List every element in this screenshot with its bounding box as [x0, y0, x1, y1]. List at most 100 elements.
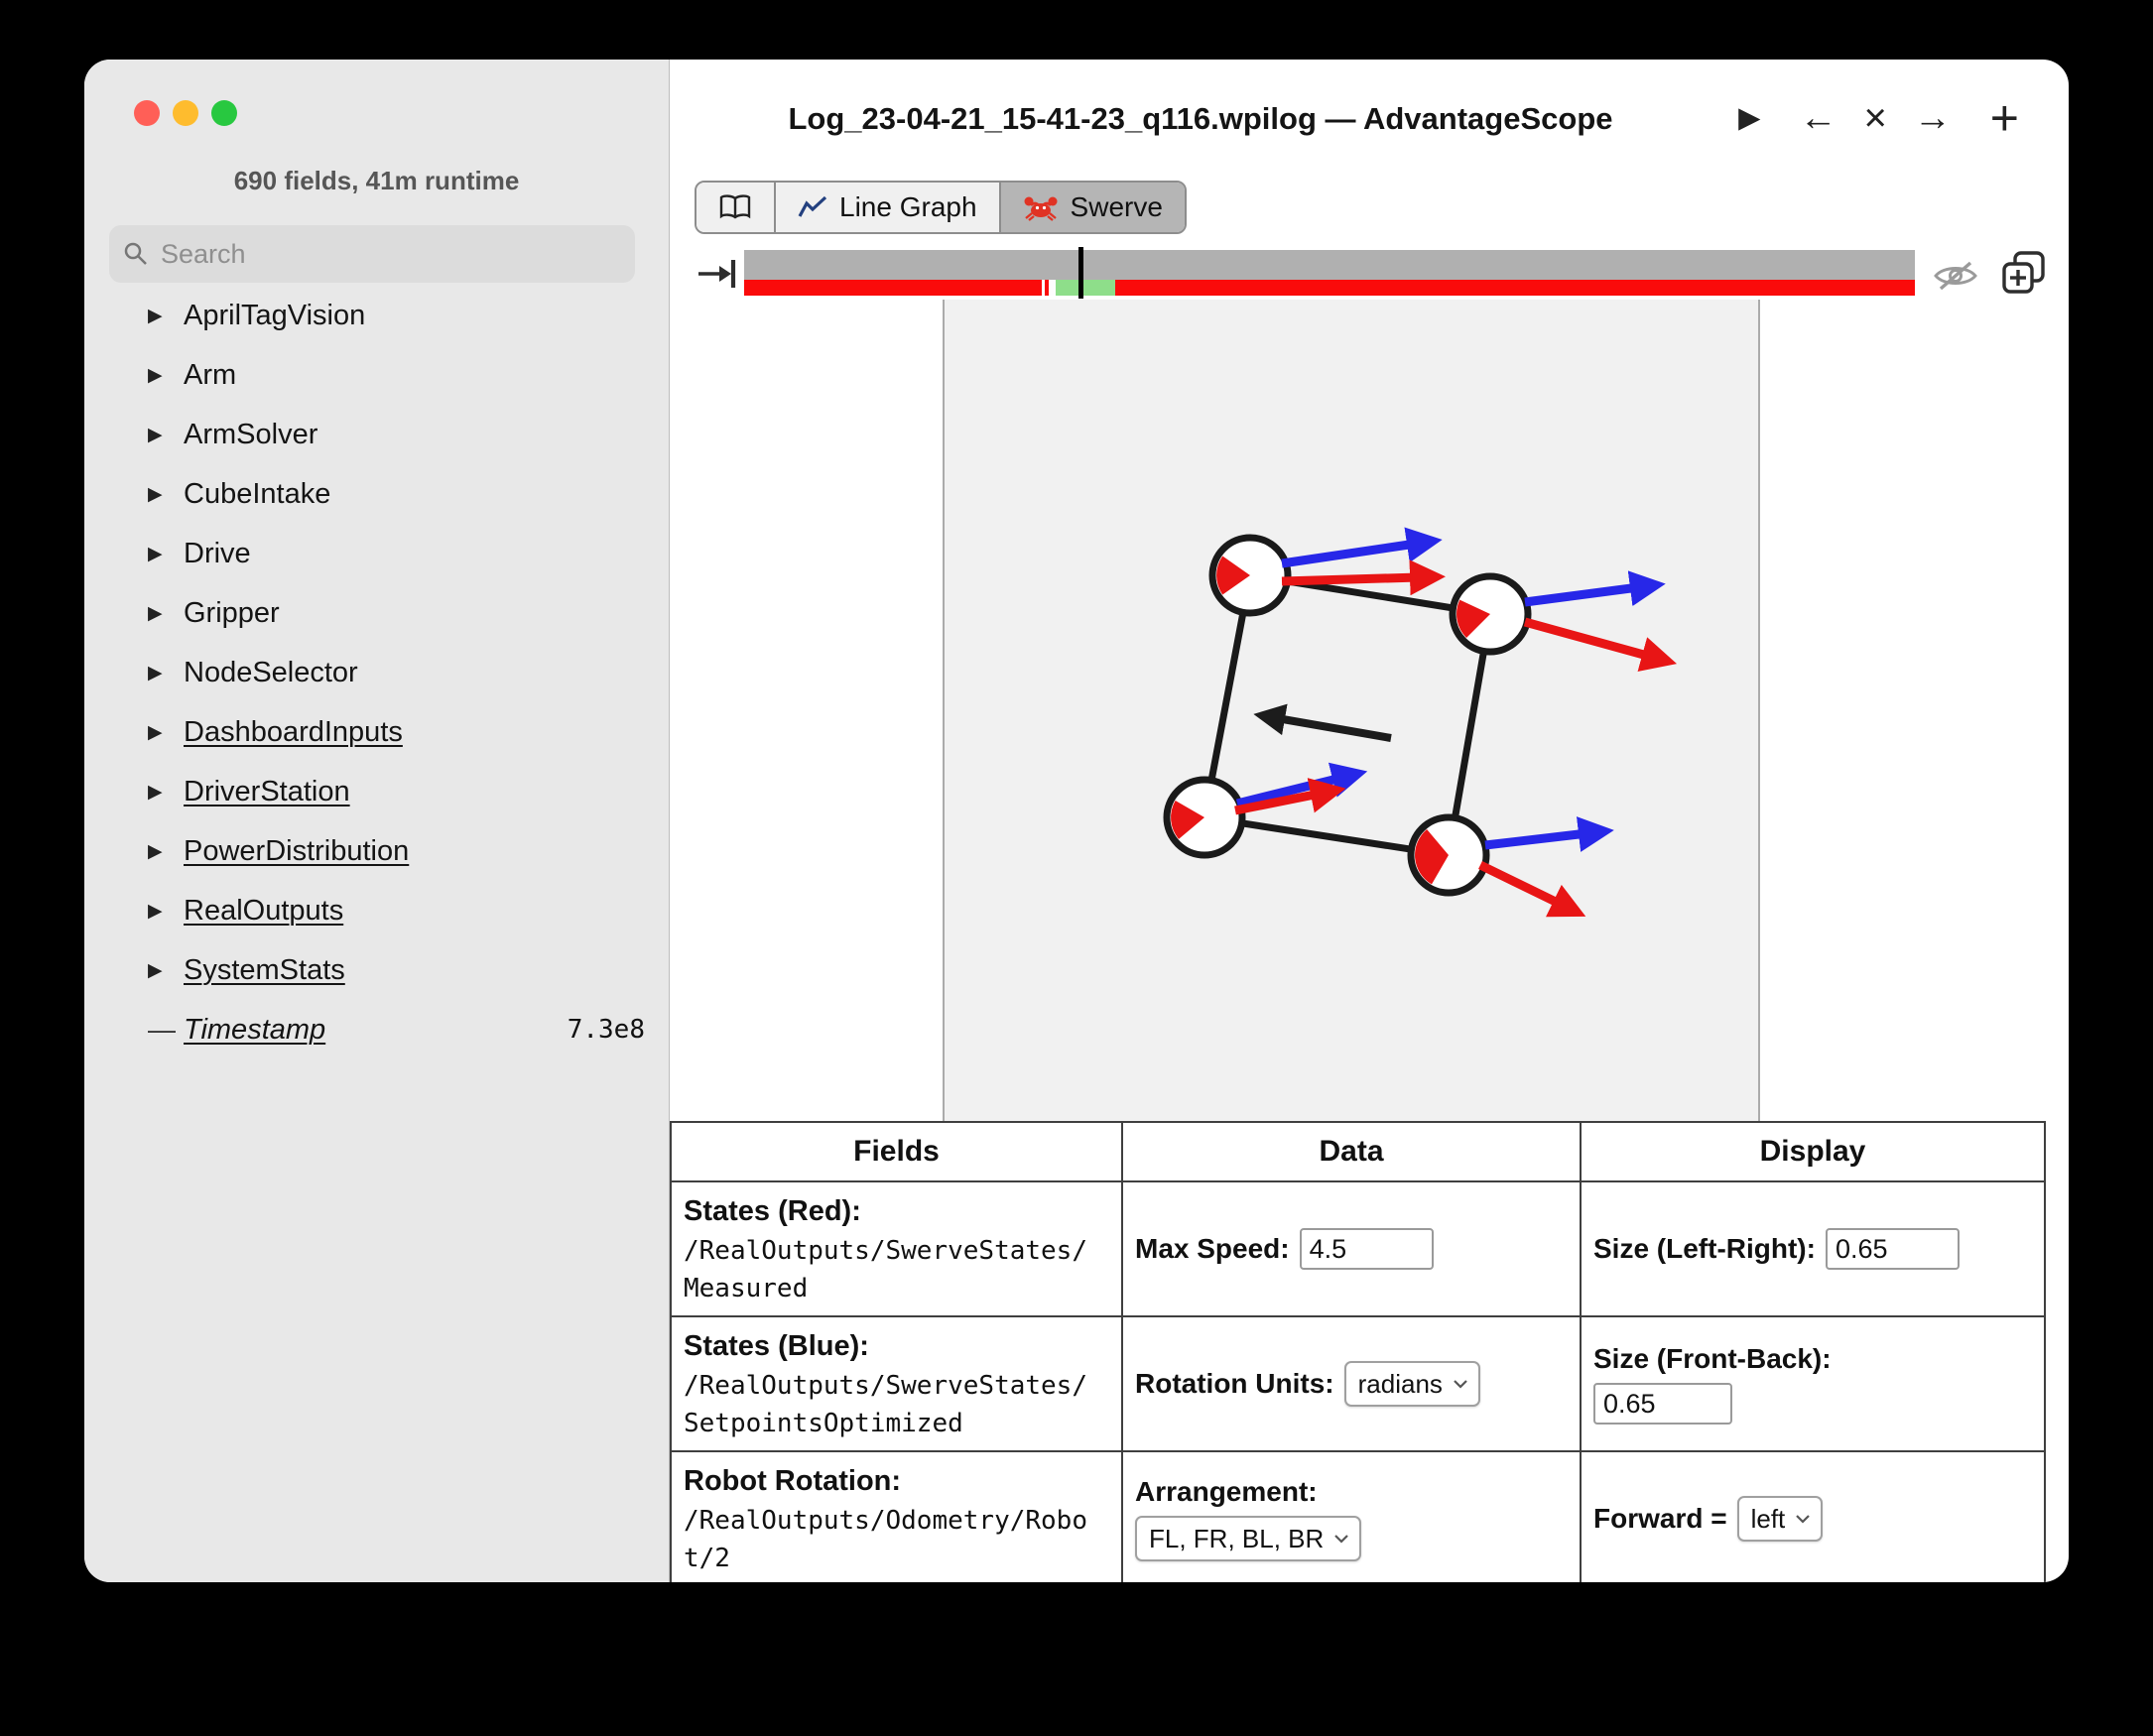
sidebar-item-drive[interactable]: ▶ Drive	[84, 524, 669, 583]
zoom-window-button[interactable]	[211, 100, 237, 126]
sidebar-item-label: NodeSelector	[184, 656, 358, 688]
chassis-direction-arrow	[1253, 703, 1392, 742]
robot-frame-outline	[1200, 571, 1495, 859]
arrangement-select[interactable]: FL, FR, BL, BR	[1135, 1516, 1362, 1561]
close-tab-button[interactable]: ×	[1863, 95, 1886, 141]
expand-triangle-icon[interactable]: ▶	[148, 543, 184, 565]
swerve-module-fr	[1449, 570, 1678, 672]
sidebar-item-realoutputs[interactable]: ▶ RealOutputs	[84, 881, 669, 940]
sidebar: 690 fields, 41m runtime ▶ AprilTagVision…	[84, 60, 670, 1582]
forward-value: left	[1750, 1503, 1786, 1534]
crab-icon	[1024, 196, 1058, 221]
sidebar-item-driverstation[interactable]: ▶ DriverStation	[84, 762, 669, 821]
play-button[interactable]: ▶	[1738, 95, 1760, 141]
max-speed-cell: Max Speed:	[1123, 1182, 1582, 1317]
search-box[interactable]	[109, 225, 635, 283]
chevron-down-icon	[1454, 1380, 1467, 1389]
sidebar-item-timestamp[interactable]: — Timestamp 7.3e8	[84, 1000, 669, 1059]
book-icon	[719, 194, 751, 219]
sidebar-item-gripper[interactable]: ▶ Gripper	[84, 583, 669, 643]
expand-triangle-icon[interactable]: ▶	[148, 840, 184, 863]
size-front-back-label: Size (Front-Back):	[1593, 1343, 1832, 1374]
sidebar-item-label: DriverStation	[184, 775, 350, 807]
size-front-back-input[interactable]	[1593, 1383, 1732, 1425]
expand-triangle-icon[interactable]: ▶	[148, 959, 184, 982]
sidebar-item-dashboardinputs[interactable]: ▶ DashboardInputs	[84, 702, 669, 762]
sidebar-item-apriltagvision[interactable]: ▶ AprilTagVision	[84, 286, 669, 345]
previous-tab-button[interactable]: ←	[1799, 95, 1836, 141]
new-tab-button[interactable]: +	[1990, 93, 2019, 143]
playback-controls: ▶ ← × → +	[1738, 93, 2019, 143]
expand-triangle-icon[interactable]: ▶	[148, 781, 184, 804]
setpoint-arrow	[1281, 527, 1443, 568]
skip-to-time-icon[interactable]	[697, 254, 738, 294]
arrangement-cell: Arrangement: FL, FR, BL, BR	[1123, 1452, 1582, 1582]
field-robot-rotation[interactable]: Robot Rotation: /RealOutputs/Odometry/Ro…	[672, 1452, 1123, 1582]
sidebar-item-nodeselector[interactable]: ▶ NodeSelector	[84, 643, 669, 702]
field-label: States (Blue):	[684, 1330, 869, 1362]
size-left-right-input[interactable]	[1825, 1228, 1960, 1270]
setpoint-arrow	[1484, 816, 1614, 852]
measured-arrow	[1281, 559, 1446, 596]
sidebar-item-label: Arm	[184, 358, 237, 391]
field-path: /RealOutputs/Odometry/Robo	[684, 1506, 1087, 1536]
arrangement-value: FL, FR, BL, BR	[1149, 1523, 1325, 1553]
next-tab-button[interactable]: →	[1914, 95, 1952, 141]
timeline-track[interactable]	[744, 250, 1915, 280]
field-tree: ▶ AprilTagVision ▶ Arm ▶ ArmSolver ▶ Cub…	[84, 286, 669, 1059]
sidebar-item-label: ArmSolver	[184, 418, 318, 450]
tab-documentation[interactable]	[697, 183, 774, 232]
timeline-enabled-strip	[744, 280, 1915, 296]
search-input[interactable]	[159, 237, 599, 271]
swerve-visualization	[1163, 527, 1678, 918]
field-path: t/2	[684, 1544, 730, 1573]
measured-arrow	[1523, 617, 1678, 672]
max-speed-input[interactable]	[1299, 1228, 1434, 1270]
tab-line-graph[interactable]: Line Graph	[774, 183, 999, 232]
advantagescope-window: 690 fields, 41m runtime ▶ AprilTagVision…	[84, 60, 2069, 1582]
close-window-button[interactable]	[134, 100, 160, 126]
sidebar-item-systemstats[interactable]: ▶ SystemStats	[84, 940, 669, 1000]
sidebar-item-cubeintake[interactable]: ▶ CubeIntake	[84, 464, 669, 524]
rotation-units-label: Rotation Units:	[1135, 1368, 1334, 1399]
new-popup-window-icon[interactable]	[2001, 250, 2047, 296]
sidebar-item-label: Gripper	[184, 596, 280, 629]
expand-triangle-icon[interactable]: ▶	[148, 602, 184, 625]
sidebar-item-powerdistribution[interactable]: ▶ PowerDistribution	[84, 821, 669, 881]
timeline-green-zone	[1055, 280, 1116, 296]
sidebar-item-label: RealOutputs	[184, 894, 344, 927]
minimize-window-button[interactable]	[173, 100, 198, 126]
swerve-config-table: Fields Data Display States (Red): /RealO…	[670, 1121, 2046, 1582]
forward-label: Forward =	[1593, 1503, 1727, 1534]
expand-triangle-icon[interactable]: ▶	[148, 662, 184, 684]
column-header-display: Display	[1582, 1123, 2046, 1182]
forward-select[interactable]: left	[1736, 1496, 1824, 1542]
expand-triangle-icon[interactable]: ▶	[148, 721, 184, 744]
timeline-playhead[interactable]	[1078, 247, 1084, 299]
sidebar-item-arm[interactable]: ▶ Arm	[84, 345, 669, 405]
window-controls	[134, 100, 237, 126]
column-header-fields: Fields	[672, 1123, 1123, 1182]
timeline-gap-tick	[1045, 280, 1050, 296]
sidebar-item-label: SystemStats	[184, 953, 345, 986]
swerve-module-br	[1407, 813, 1614, 918]
field-path: SetpointsOptimized	[684, 1409, 963, 1438]
timeline-bar[interactable]	[744, 247, 1915, 299]
field-path: /RealOutputs/SwerveStates/	[684, 1236, 1087, 1266]
expand-triangle-icon[interactable]: ▶	[148, 305, 184, 327]
rotation-units-select[interactable]: radians	[1343, 1361, 1480, 1407]
field-path: /RealOutputs/SwerveStates/	[684, 1371, 1087, 1401]
size-front-back-cell: Size (Front-Back):	[1582, 1317, 2046, 1452]
expand-triangle-icon[interactable]: ▶	[148, 483, 184, 506]
expand-triangle-icon[interactable]: ▶	[148, 900, 184, 923]
rotation-units-value: radians	[1357, 1368, 1443, 1399]
field-states-red[interactable]: States (Red): /RealOutputs/SwerveStates/…	[672, 1182, 1123, 1317]
tab-swerve[interactable]: Swerve	[998, 183, 1185, 232]
expand-triangle-icon[interactable]: ▶	[148, 424, 184, 446]
hidden-eye-icon[interactable]	[1932, 258, 1979, 294]
sidebar-item-armsolver[interactable]: ▶ ArmSolver	[84, 405, 669, 464]
page-title: Log_23-04-21_15-41-23_q116.wpilog — Adva…	[788, 101, 1613, 136]
field-states-blue[interactable]: States (Blue): /RealOutputs/SwerveStates…	[672, 1317, 1123, 1452]
sidebar-item-label: AprilTagVision	[184, 299, 366, 331]
expand-triangle-icon[interactable]: ▶	[148, 364, 184, 387]
